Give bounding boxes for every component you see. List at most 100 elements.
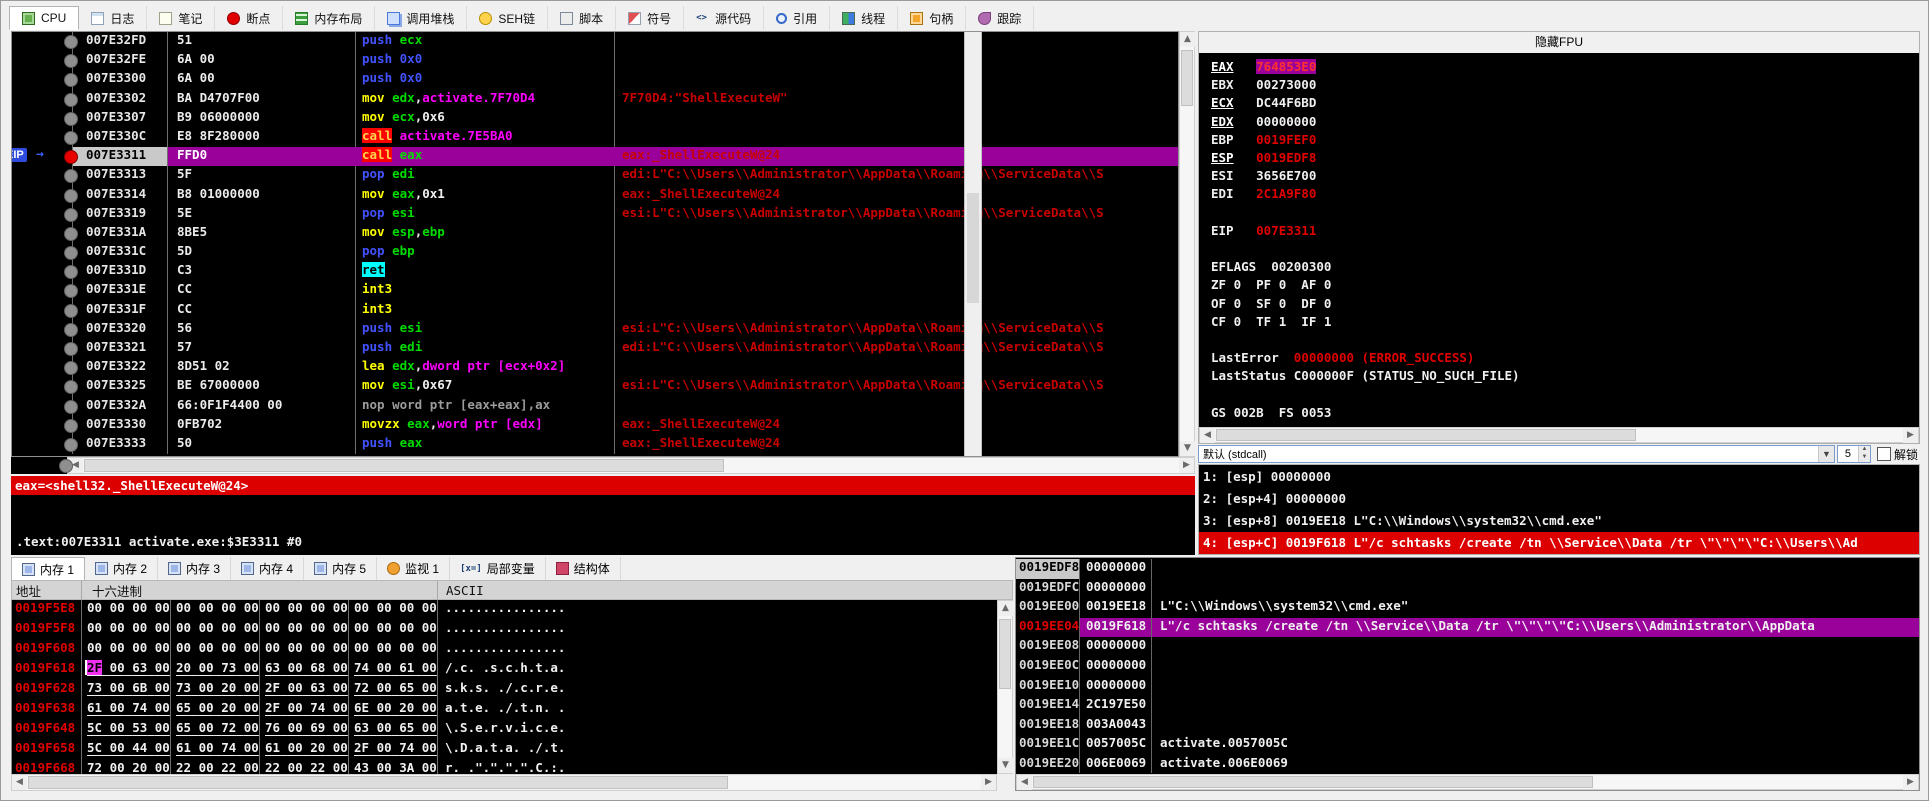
breakpoint-dot[interactable] xyxy=(64,227,78,241)
register-line[interactable]: LastError 00000000 (ERROR_SUCCESS) xyxy=(1211,349,1919,367)
disasm-row[interactable]: 007E332056push esiesi:L"C:\\Users\\Admin… xyxy=(12,320,1178,339)
unlock-checkbox[interactable] xyxy=(1877,447,1891,461)
scroll-left-icon[interactable]: ◀ xyxy=(12,775,27,790)
dump-vertical-scrollbar[interactable]: ▲ ▼ xyxy=(997,600,1013,774)
register-line[interactable] xyxy=(1211,204,1919,222)
register-line[interactable]: LastStatus C000000F (STATUS_NO_SUCH_FILE… xyxy=(1211,367,1919,385)
tab-memory[interactable]: 内存 5 xyxy=(304,557,377,580)
scroll-left-icon[interactable]: ◀ xyxy=(1017,775,1032,790)
dump-row[interactable]: 0019F62873 00 6B 0073 00 20 002F 00 63 0… xyxy=(12,680,997,700)
disasm-row[interactable]: 007E331FCCint3 xyxy=(12,301,1178,320)
breakpoint-dot[interactable] xyxy=(64,189,78,203)
stack-row[interactable]: 0019EE0C00000000 xyxy=(1016,657,1919,677)
breakpoint-dot[interactable] xyxy=(64,93,78,107)
inner-scrollbar[interactable] xyxy=(964,32,982,456)
scroll-left-icon[interactable]: ◀ xyxy=(1200,428,1215,443)
disasm-row[interactable]: 007E332157push ediedi:L"C:\\Users\\Admin… xyxy=(12,339,1178,358)
breakpoint-dot[interactable] xyxy=(64,112,78,126)
scroll-down-icon[interactable]: ▼ xyxy=(998,758,1013,773)
tab-call-stack[interactable]: 调用堆栈 xyxy=(375,6,467,30)
breakpoint-dot[interactable] xyxy=(64,438,78,452)
scroll-down-icon[interactable]: ▼ xyxy=(1180,441,1195,456)
breakpoint-dot[interactable] xyxy=(64,342,78,356)
dump-row[interactable]: 0019F60800 00 00 0000 00 00 0000 00 00 0… xyxy=(12,640,997,660)
disasm-row[interactable]: 007E33135Fpop ediedi:L"C:\\Users\\Admini… xyxy=(12,166,1178,185)
stack-arg-row[interactable]: 2: [esp+4] 00000000 xyxy=(1199,488,1919,510)
stack-row[interactable]: 0019EE000019EE18L"C:\\Windows\\system32\… xyxy=(1016,598,1919,618)
scrollbar-thumb[interactable] xyxy=(999,619,1011,689)
breakpoint-dot[interactable] xyxy=(64,419,78,433)
stack-row[interactable]: 0019EE0800000000 xyxy=(1016,637,1919,657)
scroll-right-icon[interactable]: ▶ xyxy=(1903,775,1918,790)
disassembly-vertical-scrollbar[interactable]: ▲ ▼ xyxy=(1179,31,1195,457)
disasm-row[interactable]: 007E331A8BE5mov esp,ebp xyxy=(12,224,1178,243)
stack-row[interactable]: 0019EE142C197E50 xyxy=(1016,696,1919,716)
disasm-row[interactable]: 007E33300FB702movzx eax,word ptr [edx]ea… xyxy=(12,416,1178,435)
disasm-row[interactable]: 007E333350push eaxeax:_ShellExecuteW@24 xyxy=(12,435,1178,454)
scrollbar-thumb[interactable] xyxy=(1181,50,1193,106)
tab-log[interactable]: 日志 xyxy=(79,6,147,30)
register-line[interactable]: ESI 3656E700 xyxy=(1211,167,1919,185)
disasm-row[interactable]: 007E33006A 00push 0x0 xyxy=(12,70,1178,89)
register-line[interactable]: EIP 007E3311 xyxy=(1211,222,1919,240)
tab-watch[interactable]: 监视 1 xyxy=(377,557,450,580)
scrollbar-thumb[interactable] xyxy=(1033,776,1593,788)
stack-row[interactable]: 0019EE20006E0069activate.006E0069 xyxy=(1016,755,1919,773)
disasm-row[interactable]: 007E332A66:0F1F4400 00nop word ptr [eax+… xyxy=(12,397,1178,416)
disasm-row[interactable]: 007E3307B9 06000000mov ecx,0x6 xyxy=(12,109,1178,128)
tab-memory[interactable]: 内存 2 xyxy=(85,557,158,580)
register-line[interactable]: CF 0 TF 1 IF 1 xyxy=(1211,313,1919,331)
disasm-row[interactable]: 007E33195Epop esiesi:L"C:\\Users\\Admini… xyxy=(12,205,1178,224)
disasm-row[interactable]: 007E3325BE 67000000mov esi,0x67esi:L"C:\… xyxy=(12,377,1178,396)
dump-row[interactable]: 0019F6182F 00 63 0020 00 73 0063 00 68 0… xyxy=(12,660,997,680)
register-line[interactable] xyxy=(1211,331,1919,349)
stack-row[interactable]: 0019EE1C0057005Cactivate.0057005C xyxy=(1016,735,1919,755)
breakpoint-dot[interactable] xyxy=(64,131,78,145)
register-line[interactable] xyxy=(1211,240,1919,258)
disasm-row[interactable]: 007E3302BA D4707F00mov edx,activate.7F70… xyxy=(12,90,1178,109)
tab-references[interactable]: 引用 xyxy=(764,6,830,30)
disasm-row[interactable]: 007E330CE8 8F280000call activate.7E5BA0 xyxy=(12,128,1178,147)
stack-arg-row[interactable]: 3: [esp+8] 0019EE18 L"C:\\Windows\\syste… xyxy=(1199,510,1919,532)
stack-row[interactable]: 0019EE040019F618L"/c schtasks /create /t… xyxy=(1016,618,1919,638)
stack-row[interactable]: 0019EE1000000000 xyxy=(1016,677,1919,697)
breakpoint-dot[interactable] xyxy=(64,246,78,260)
disassembly-horizontal-scrollbar[interactable]: ◀ ▶ xyxy=(67,457,1195,474)
disasm-row[interactable]: 007E3314B8 01000000mov eax,0x1eax:_Shell… xyxy=(12,186,1178,205)
stack-row[interactable]: 0019EDF800000000 xyxy=(1016,559,1919,579)
breakpoint-dot[interactable] xyxy=(64,323,78,337)
scroll-right-icon[interactable]: ▶ xyxy=(1903,428,1918,443)
stepper-down-icon[interactable]: ▼ xyxy=(1859,454,1870,462)
disasm-row[interactable]: 007E32FE6A 00push 0x0 xyxy=(12,51,1178,70)
tab-seh-chain[interactable]: SEH链 xyxy=(467,6,548,30)
arg-depth-stepper[interactable]: 5 ▲▼ xyxy=(1837,445,1871,463)
tab-trace[interactable]: 跟踪 xyxy=(966,6,1034,30)
tab-symbols[interactable]: 符号 xyxy=(616,6,684,30)
breakpoint-dot[interactable] xyxy=(64,35,78,49)
tab-script[interactable]: 脚本 xyxy=(548,6,616,30)
dump-row[interactable]: 0019F6585C 00 44 0061 00 74 0061 00 20 0… xyxy=(12,740,997,760)
register-line[interactable]: OF 0 SF 0 DF 0 xyxy=(1211,295,1919,313)
dump-row[interactable]: 0019F66872 00 20 0022 00 22 0022 00 22 0… xyxy=(12,760,997,774)
dump-row[interactable]: 0019F63861 00 74 0065 00 20 002F 00 74 0… xyxy=(12,700,997,720)
tab-breakpoint[interactable]: 断点 xyxy=(215,6,283,30)
tab-notes[interactable]: 笔记 xyxy=(147,6,215,30)
disasm-row[interactable]: 007E33228D51 02lea edx,dword ptr [ecx+0x… xyxy=(12,358,1178,377)
stack-arg-row[interactable]: 4: [esp+C] 0019F618 L"/c schtasks /creat… xyxy=(1199,532,1919,554)
tab-memory[interactable]: 内存 4 xyxy=(231,557,304,580)
register-line[interactable]: EBP 0019FEF0 xyxy=(1211,131,1919,149)
breakpoint-dot[interactable] xyxy=(64,400,78,414)
disasm-row[interactable]: EIP→007E3311FFD0call eaxeax:_ShellExecut… xyxy=(12,147,1178,166)
scroll-up-icon[interactable]: ▲ xyxy=(1180,32,1195,47)
disasm-row[interactable]: 007E331ECCint3 xyxy=(12,281,1178,300)
register-line[interactable]: EDX 00000000 xyxy=(1211,113,1919,131)
tab-handles[interactable]: 句柄 xyxy=(898,6,966,30)
breakpoint-dot[interactable] xyxy=(64,208,78,222)
tab-cpu[interactable]: CPU xyxy=(9,6,79,30)
breakpoint-dot[interactable] xyxy=(64,304,78,318)
tab-locals[interactable]: [x=]局部变量 xyxy=(450,557,546,580)
scroll-up-icon[interactable]: ▲ xyxy=(998,601,1013,616)
stepper-up-icon[interactable]: ▲ xyxy=(1859,446,1870,454)
tab-struct[interactable]: 结构体 xyxy=(546,557,621,580)
register-line[interactable]: EDI 2C1A9F80 xyxy=(1211,185,1919,203)
